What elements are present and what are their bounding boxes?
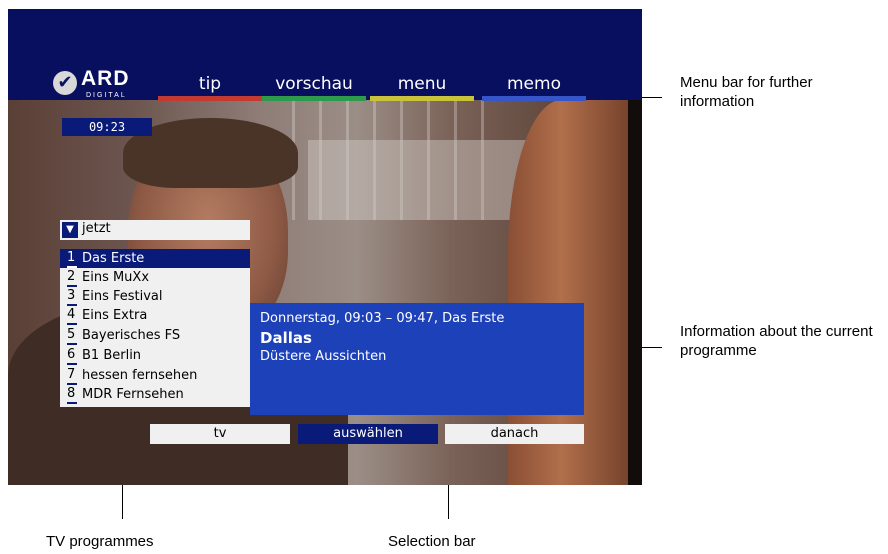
channel-item[interactable]: 6 B1 Berlin: [60, 346, 250, 365]
programme-time: Donnerstag, 09:03 – 09:47, Das Erste: [260, 311, 505, 326]
channel-item[interactable]: 2 Eins MuXx: [60, 268, 250, 287]
selection-bar-leader-line: [448, 485, 449, 519]
menu-bar-caption: Menu bar for further information: [680, 74, 813, 110]
channel-name: Bayerisches FS: [82, 328, 181, 343]
menu-item-tip[interactable]: tip: [158, 73, 262, 101]
menu-item-label: memo: [507, 74, 561, 94]
dropdown-arrow-icon: ▼: [62, 222, 78, 238]
harbor-boats: [308, 140, 528, 220]
channel-name: Eins MuXx: [82, 270, 150, 285]
channel-item[interactable]: 7 hessen fernsehen: [60, 366, 250, 385]
blue-key-bar: [482, 96, 586, 101]
channel-name: Eins Extra: [82, 308, 148, 323]
tv-screen: ✔ ARD DIGITAL tip vorschau menu memo 09:…: [8, 9, 642, 485]
menu-item-memo[interactable]: memo: [482, 73, 586, 101]
menu-bar-leader-line: [642, 97, 662, 98]
select-button[interactable]: auswählen: [298, 424, 438, 444]
time-filter-dropdown[interactable]: ▼ jetzt: [60, 220, 250, 240]
green-key-bar: [262, 96, 366, 101]
channel-item[interactable]: 8 MDR Fernsehen: [60, 385, 250, 404]
channel-number: 5: [67, 326, 77, 345]
programme-info-panel: Donnerstag, 09:03 – 09:47, Das Erste Dal…: [250, 303, 584, 415]
channel-number: 6: [67, 346, 77, 365]
menu-item-label: menu: [397, 74, 447, 94]
logo-subtext: DIGITAL: [86, 92, 127, 99]
channel-name: B1 Berlin: [82, 348, 142, 363]
menu-item-menu[interactable]: menu: [370, 73, 474, 101]
selection-bar-caption: Selection bar: [388, 533, 476, 550]
channel-item[interactable]: 3 Eins Festival: [60, 287, 250, 306]
menu-item-vorschau[interactable]: vorschau: [262, 73, 366, 101]
yellow-key-bar: [370, 96, 474, 101]
channel-item[interactable]: 4 Eins Extra: [60, 306, 250, 325]
menu-item-label: vorschau: [275, 74, 353, 94]
menu-item-label: tip: [198, 74, 222, 94]
programme-leader-line: [642, 347, 662, 348]
red-key-bar: [158, 96, 262, 101]
channel-number: 2: [67, 268, 77, 287]
channel-number: 3: [67, 287, 77, 306]
programme-caption: Information about the current programme: [680, 323, 873, 359]
channel-number: 4: [67, 306, 77, 325]
time-filter-label: jetzt: [82, 221, 111, 236]
channel-name: Das Erste: [82, 251, 145, 266]
tv-programmes-caption: TV programmes: [46, 533, 154, 550]
tv-programmes-leader-line: [122, 485, 123, 519]
tv-button[interactable]: tv: [150, 424, 290, 444]
channel-number: 7: [67, 366, 77, 385]
screen-edge: [628, 100, 642, 485]
logo-text: ARD: [81, 67, 130, 90]
programme-title: Dallas: [260, 329, 312, 347]
ard-digital-logo: ✔ ARD DIGITAL: [53, 67, 163, 104]
channel-name: hessen fernsehen: [82, 368, 198, 383]
channel-number: 1: [67, 249, 77, 268]
channel-number: 8: [67, 385, 77, 404]
channel-item[interactable]: 5 Bayerisches FS: [60, 326, 250, 345]
programme-subtitle: Düstere Aussichten: [260, 349, 387, 364]
channel-name: MDR Fernsehen: [82, 387, 184, 402]
checkmark-icon: ✔: [53, 71, 77, 95]
channel-list: 1 Das Erste 2 Eins MuXx 3 Eins Festival …: [60, 249, 250, 407]
clock: 09:23: [62, 118, 152, 136]
channel-name: Eins Festival: [82, 289, 163, 304]
channel-item[interactable]: 1 Das Erste: [60, 249, 250, 268]
next-button[interactable]: danach: [445, 424, 584, 444]
